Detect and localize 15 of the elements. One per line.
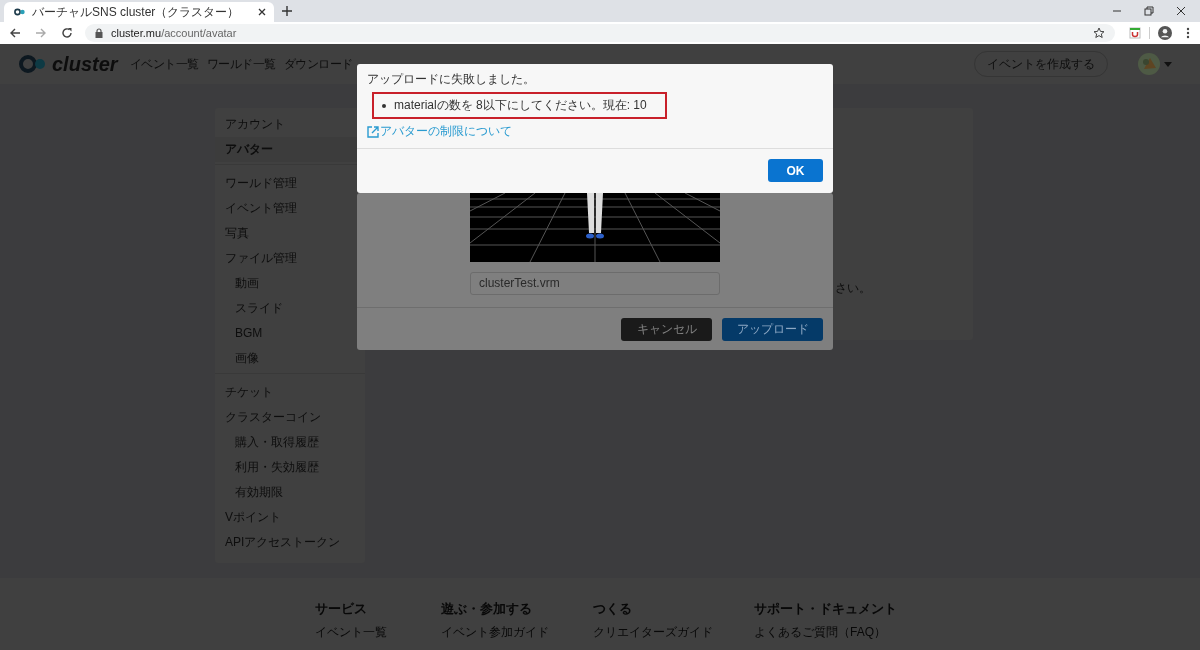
footer-heading: 遊ぶ・参加する bbox=[441, 600, 533, 618]
footer-heading: サポート・ドキュメント bbox=[754, 600, 897, 618]
file-name-field[interactable]: clusterTest.vrm bbox=[470, 272, 720, 295]
ok-button[interactable]: OK bbox=[768, 159, 823, 182]
tab-title: バーチャルSNS cluster（クラスター） bbox=[32, 3, 241, 21]
upload-button[interactable]: アップロード bbox=[722, 318, 823, 341]
footer-heading: つくる bbox=[593, 600, 633, 618]
cancel-button[interactable]: キャンセル bbox=[621, 318, 712, 341]
browser-tab[interactable]: バーチャルSNS cluster（クラスター） bbox=[4, 2, 274, 22]
error-message: materialの数を 8以下にしてください。現在: 10 bbox=[394, 97, 647, 114]
footer-heading: サービス bbox=[315, 600, 368, 618]
url-text: cluster.mu/account/avatar bbox=[111, 27, 237, 39]
address-bar[interactable]: cluster.mu/account/avatar bbox=[85, 24, 1115, 42]
limits-link[interactable]: アバターの制限について bbox=[367, 123, 512, 140]
dialog-title: アップロードに失敗しました。 bbox=[367, 71, 535, 88]
